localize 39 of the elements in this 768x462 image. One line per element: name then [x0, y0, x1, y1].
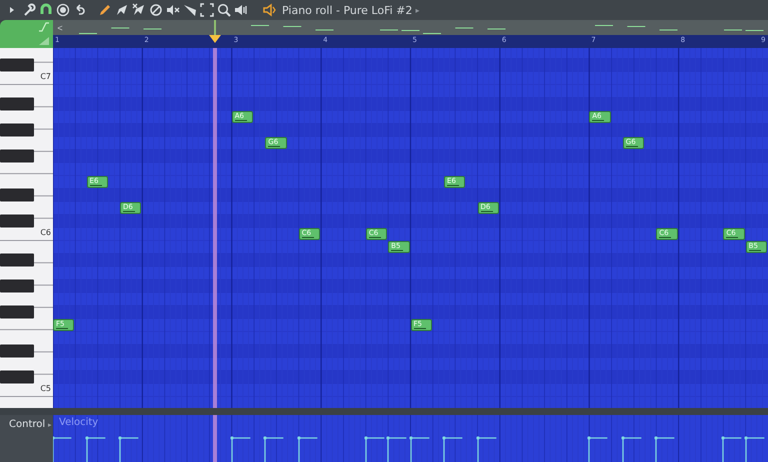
control-label: Control [9, 419, 46, 430]
velocity-stem[interactable] [84, 436, 107, 462]
speaker-icon [234, 3, 248, 17]
velocity-stem[interactable] [587, 436, 610, 462]
velocity-stem[interactable] [408, 436, 431, 462]
velocity-stem[interactable] [263, 436, 286, 462]
velocity-stem[interactable] [53, 436, 74, 462]
pencil-icon [98, 3, 112, 17]
velocity-stem[interactable] [442, 436, 464, 462]
ramp-icon [38, 36, 50, 46]
magnet-icon [39, 3, 53, 17]
velocity-stem[interactable] [476, 436, 498, 462]
velocity-lane[interactable]: Velocity [53, 415, 768, 462]
velocity-stem[interactable] [230, 436, 252, 462]
speaker-icon [262, 3, 276, 17]
window-title: Piano roll - Pure LoFi #2 [282, 4, 412, 16]
muted-speaker-icon [166, 3, 180, 17]
parameter-label: Velocity [59, 417, 98, 428]
velocity-stem[interactable] [654, 436, 677, 462]
curve-icon [38, 22, 50, 32]
record-tool[interactable] [55, 1, 71, 19]
velocity-stem[interactable] [744, 436, 766, 462]
velocity-stem[interactable] [721, 436, 744, 462]
wrench-icon [22, 3, 36, 17]
key-label: C6 [40, 228, 51, 237]
circle-icon [56, 3, 70, 17]
velocity-stem[interactable] [386, 436, 408, 462]
key-label: C7 [40, 72, 51, 81]
zoom-tool[interactable] [216, 1, 232, 19]
select-tool[interactable] [199, 1, 215, 19]
scroll-left-button[interactable]: < [53, 22, 67, 32]
velocity-stem[interactable] [620, 436, 644, 462]
key-label: C5 [40, 384, 51, 393]
slashed-circle-icon [149, 3, 163, 17]
velocity-stem[interactable] [118, 436, 140, 462]
velocity-stem[interactable] [364, 436, 386, 462]
velocity-stem[interactable] [296, 436, 320, 462]
magnifier-icon [217, 3, 231, 17]
frame-icon [200, 3, 214, 17]
